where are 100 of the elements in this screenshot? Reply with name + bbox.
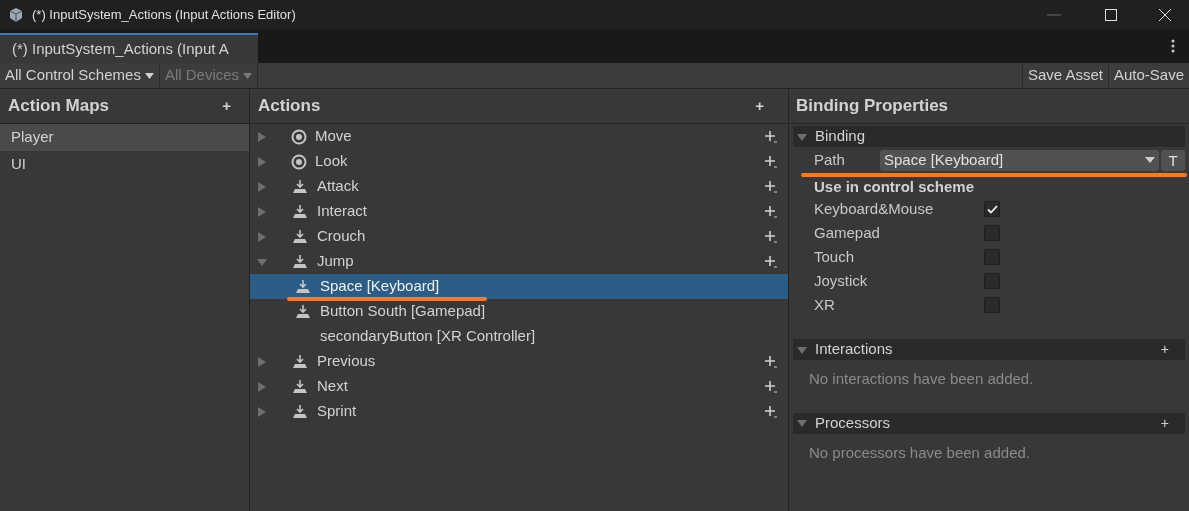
binding-item[interactable]: Button South [Gamepad] xyxy=(250,299,788,324)
expanded-arrow-icon[interactable] xyxy=(797,131,807,142)
action-map-item[interactable]: UI xyxy=(0,151,249,178)
action-label: Sprint xyxy=(317,401,358,422)
collapsed-arrow-icon[interactable] xyxy=(257,181,267,192)
action-item[interactable]: Sprint xyxy=(250,399,788,424)
scheme-label: XR xyxy=(814,294,836,315)
button-press-icon xyxy=(291,178,309,195)
add-dropdown-icon[interactable] xyxy=(764,154,778,169)
subsection-title: Use in control scheme xyxy=(813,177,976,197)
binding-label: Space [Keyboard] xyxy=(320,276,440,297)
maximize-icon[interactable] xyxy=(1105,9,1117,21)
add-dropdown-icon[interactable] xyxy=(764,254,778,269)
section-header[interactable]: Interactions + xyxy=(793,339,1185,360)
add-dropdown-icon[interactable] xyxy=(764,129,778,144)
action-item[interactable]: Previous xyxy=(250,349,788,374)
target-icon xyxy=(291,153,307,170)
action-label: Attack xyxy=(317,176,360,197)
field-label: Path xyxy=(814,149,846,170)
scheme-label: Gamepad xyxy=(814,222,881,243)
checkbox[interactable] xyxy=(984,273,1000,289)
expanded-arrow-icon[interactable] xyxy=(797,418,807,428)
collapsed-arrow-icon[interactable] xyxy=(257,131,267,142)
add-button[interactable]: + xyxy=(1160,339,1169,360)
toolbar-button[interactable]: Auto-Save xyxy=(1107,63,1189,88)
collapsed-arrow-icon[interactable] xyxy=(257,231,267,242)
button-press-icon xyxy=(291,378,309,395)
button-press-icon xyxy=(291,203,309,220)
add-dropdown-icon[interactable] xyxy=(764,229,778,244)
add-dropdown-icon[interactable] xyxy=(764,404,778,419)
caret-icon xyxy=(144,72,154,79)
section-header[interactable]: Processors + xyxy=(793,412,1185,434)
section-title: Interactions xyxy=(815,339,894,360)
expanded-arrow-icon[interactable] xyxy=(257,256,267,267)
checkbox[interactable] xyxy=(984,297,1000,313)
collapsed-arrow-icon[interactable] xyxy=(257,156,267,167)
button-press-icon xyxy=(291,228,309,245)
scheme-label: Joystick xyxy=(814,270,869,291)
more-options-icon[interactable] xyxy=(1171,39,1175,53)
add-dropdown-icon[interactable] xyxy=(764,354,778,369)
panel-title: Action Maps xyxy=(8,95,111,118)
section-title: Binding xyxy=(815,126,866,147)
checkbox[interactable] xyxy=(984,249,1000,265)
panel-title: Actions xyxy=(258,95,322,118)
action-item[interactable]: Crouch xyxy=(250,224,788,249)
action-label: Jump xyxy=(317,251,355,272)
action-item[interactable]: Look xyxy=(250,149,788,174)
binding-item[interactable]: secondaryButton [XR Controller] xyxy=(250,324,788,349)
action-label: Next xyxy=(317,376,349,397)
close-icon[interactable] xyxy=(1159,9,1171,21)
empty-message: No processors have been added. xyxy=(808,442,1031,463)
add-button[interactable]: + xyxy=(755,94,764,118)
action-item[interactable]: Attack xyxy=(250,174,788,199)
window-title: (*) InputSystem_Actions (Input Actions Editor) xyxy=(32,6,296,25)
button-press-icon xyxy=(291,403,309,420)
action-label: Interact xyxy=(317,201,369,222)
action-label: Crouch xyxy=(317,226,367,247)
binding-label: secondaryButton [XR Controller] xyxy=(320,326,536,347)
binding-label: Button South [Gamepad] xyxy=(320,301,486,322)
add-button[interactable]: + xyxy=(222,94,231,118)
text-mode-button[interactable]: T xyxy=(1161,149,1185,171)
action-item[interactable]: Jump xyxy=(250,249,788,274)
action-item[interactable]: Interact xyxy=(250,199,788,224)
caret-icon xyxy=(1145,157,1155,163)
checkmark-icon xyxy=(986,204,998,214)
cube-icon xyxy=(8,7,24,23)
section-header[interactable]: Binding xyxy=(793,126,1185,147)
section-title: Processors xyxy=(815,412,892,433)
target-icon xyxy=(291,128,307,145)
empty-message: No interactions have been added. xyxy=(808,369,1035,389)
scheme-label: Keyboard&Mouse xyxy=(814,198,935,219)
checkbox[interactable] xyxy=(984,225,1000,241)
action-label: Look xyxy=(315,151,349,172)
action-label: Move xyxy=(315,126,353,147)
dropdown-button[interactable]: All Control Schemes xyxy=(0,63,160,88)
collapsed-arrow-icon[interactable] xyxy=(257,356,267,367)
add-button[interactable]: + xyxy=(1160,412,1169,434)
collapsed-arrow-icon[interactable] xyxy=(257,206,267,217)
button-press-icon xyxy=(291,353,309,370)
button-press-icon xyxy=(291,253,309,270)
button-press-icon xyxy=(294,278,312,295)
add-dropdown-icon[interactable] xyxy=(764,179,778,194)
path-dropdown[interactable]: Space [Keyboard] xyxy=(880,149,1159,171)
action-map-item[interactable]: Player xyxy=(0,124,249,151)
button-press-icon xyxy=(294,303,312,320)
binding-item[interactable]: Space [Keyboard] xyxy=(250,274,788,299)
add-dropdown-icon[interactable] xyxy=(764,204,778,219)
document-tab[interactable]: (*) InputSystem_Actions (Input A xyxy=(0,33,258,63)
caret-icon xyxy=(243,72,253,79)
toolbar-button[interactable]: Save Asset xyxy=(1021,63,1108,88)
collapsed-arrow-icon[interactable] xyxy=(257,381,267,392)
collapsed-arrow-icon[interactable] xyxy=(257,406,267,417)
scheme-label: Touch xyxy=(814,246,856,267)
expanded-arrow-icon[interactable] xyxy=(797,344,807,355)
checkbox[interactable] xyxy=(984,201,1000,217)
add-dropdown-icon[interactable] xyxy=(764,379,778,394)
action-label: Previous xyxy=(317,351,377,372)
panel-title: Binding Properties xyxy=(796,95,949,118)
action-item[interactable]: Next xyxy=(250,374,788,399)
action-item[interactable]: Move xyxy=(250,124,788,149)
